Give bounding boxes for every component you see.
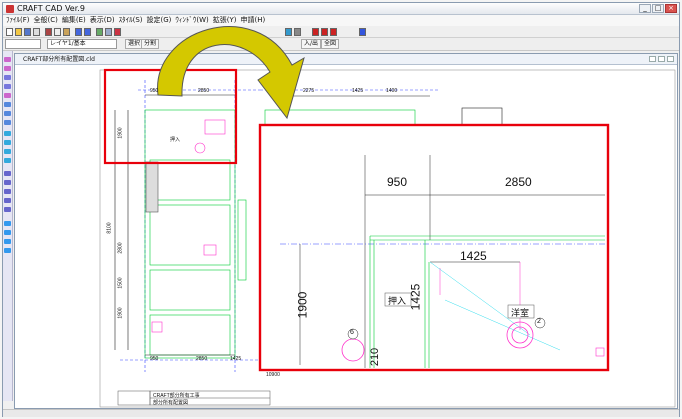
wall-outer: [144, 109, 236, 359]
title-block-drawing: 部分所有配置図: [153, 400, 189, 406]
plan-dim-bottom-1: 950: [150, 356, 159, 362]
plan-dim-left-1: 1900: [117, 127, 124, 139]
zoom-callout-6: 6: [350, 329, 354, 336]
plan-dim-left-3: 2800: [117, 242, 124, 254]
fixture-4: [194, 142, 206, 154]
plan-dim-top-4: 1425: [352, 88, 364, 94]
zoom-room-bath: 洋室: [511, 308, 530, 318]
wall-room-2: [149, 204, 231, 266]
plan-dim-top-1: 950: [150, 88, 159, 94]
plan-dim-bottom-3: 1425: [230, 356, 242, 362]
title-block-project: CRAFT部分所有工事: [153, 393, 200, 399]
zoom-dim-950: 950: [387, 175, 408, 189]
zoom-room-closet: 押入: [388, 296, 407, 306]
plan-dim-left-5: 1900: [117, 307, 124, 319]
balcony: [237, 199, 247, 281]
zoom-inset: [258, 123, 610, 372]
plan-dim-top-3: 2275: [303, 88, 315, 94]
fixture-2: [203, 244, 217, 256]
drawing-canvas[interactable]: [0, 0, 682, 419]
wall-room-3: [149, 269, 231, 311]
title-block-side: [117, 390, 151, 406]
zoom-dim-1900: 1900: [295, 291, 310, 319]
fixture-1: [204, 119, 226, 135]
callout-arrow-icon: [157, 26, 305, 120]
callout-arrow-shape: [157, 26, 305, 120]
zoom-dim-1425-h: 1425: [460, 249, 487, 263]
plan-dim-bottom-2: 2850: [196, 356, 208, 362]
fixture-3: [151, 321, 163, 333]
plan-dim-top-5: 1400: [386, 88, 398, 94]
zoom-callout-2: 2: [537, 318, 541, 325]
plan-dim-top-2: 2850: [198, 88, 210, 94]
plan-dim-left-4: 1500: [117, 277, 124, 289]
zoom-dim-210: 210: [369, 347, 382, 367]
plan-dim-left-2: 8100: [106, 222, 113, 234]
plan-total-dim: 10900: [266, 372, 280, 378]
zoom-dim-2850: 2850: [505, 175, 532, 189]
legend-box: [461, 107, 503, 127]
stair-block: [145, 161, 159, 213]
wall-room-4: [149, 314, 231, 356]
plan-room-label: 押入: [170, 137, 181, 143]
wall-room-1: [149, 159, 231, 201]
zoom-dim-1425-v: 1425: [408, 283, 423, 311]
zoom-highlight-box: [258, 123, 610, 372]
